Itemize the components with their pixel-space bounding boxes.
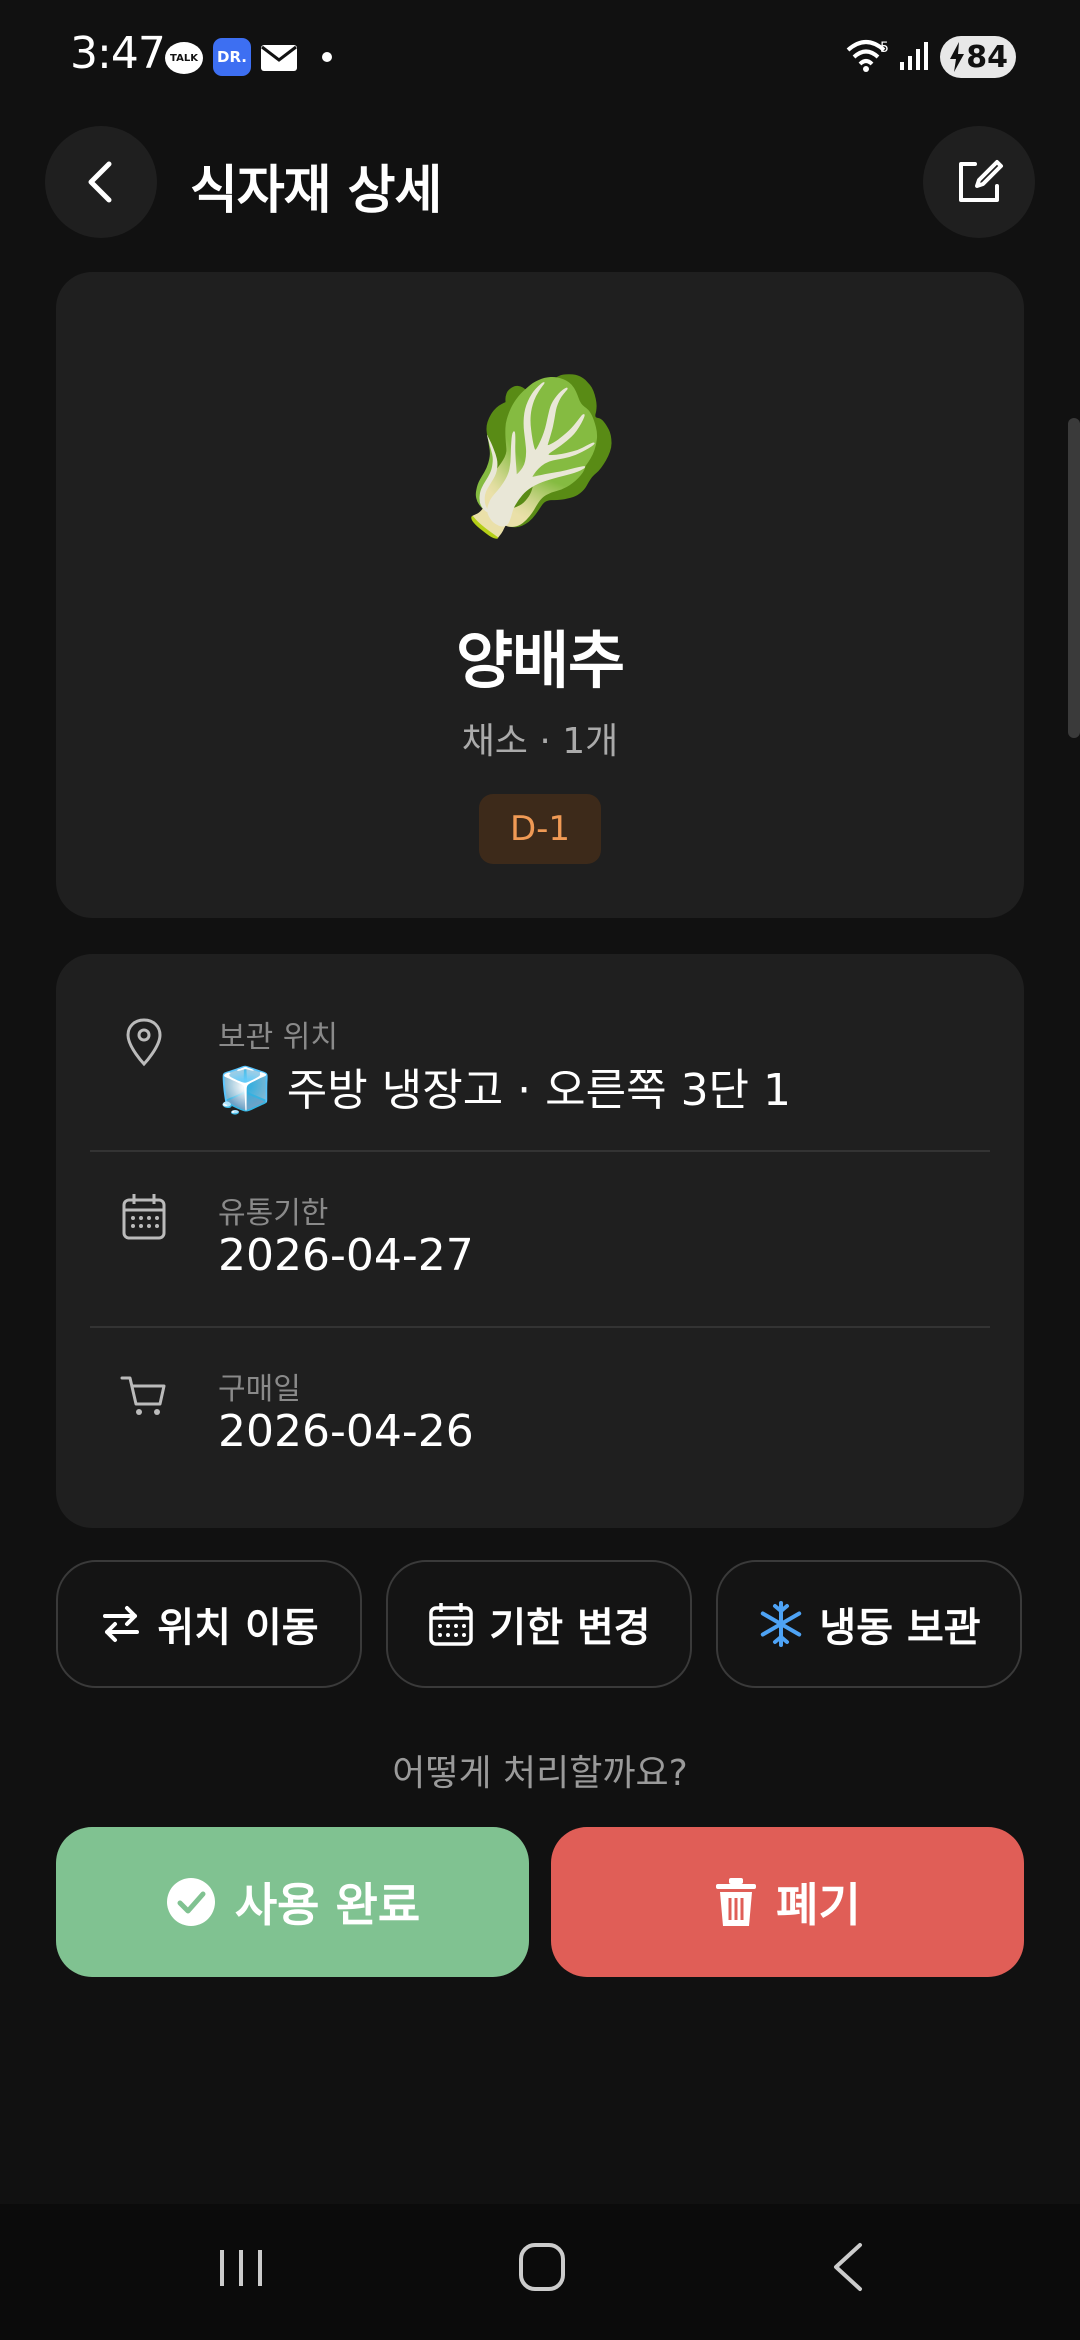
nav-back-icon[interactable] — [830, 2242, 864, 2292]
ingredient-emoji: 🥬 — [446, 370, 634, 544]
location-row: 보관 위치 🧊 주방 냉장고 · 오른쪽 3단 1 — [56, 954, 1024, 1130]
purchase-value: 2026-04-26 — [218, 1406, 474, 1457]
move-location-button[interactable]: 위치 이동 — [56, 1560, 362, 1688]
discard-label: 폐기 — [776, 1878, 861, 1932]
back-arrow-icon — [88, 161, 112, 203]
dr-app-icon: DR. — [213, 38, 251, 76]
status-time: 3:47 — [70, 28, 166, 79]
snowflake-icon — [761, 1601, 802, 1647]
expiry-label: 유통기한 — [218, 1196, 329, 1231]
change-expiry-button[interactable]: 기한 변경 — [386, 1560, 692, 1688]
expiry-value: 2026-04-27 — [218, 1230, 474, 1281]
disposal-question: 어떻게 처리할까요? — [392, 1753, 688, 1794]
trash-icon — [716, 1878, 757, 1926]
scrollbar[interactable] — [1068, 418, 1080, 738]
signal-icon — [900, 42, 928, 70]
purchase-label: 구매일 — [218, 1372, 301, 1407]
kakaotalk-icon: TALK — [165, 42, 203, 74]
svg-text:5: 5 — [880, 40, 889, 56]
move-location-label: 위치 이동 — [157, 1605, 319, 1651]
ingredient-name: 양배추 — [455, 624, 625, 697]
notification-dot-icon — [322, 52, 332, 62]
purchase-row: 구매일 2026-04-26 — [56, 1306, 1024, 1482]
cart-icon — [120, 1376, 166, 1415]
freeze-storage-button[interactable]: 냉동 보관 — [716, 1560, 1022, 1688]
calendar-icon — [122, 1194, 166, 1240]
discard-button[interactable]: 폐기 — [551, 1827, 1024, 1977]
location-text: 주방 냉장고 · 오른쪽 3단 1 — [286, 1065, 792, 1116]
battery-indicator: 84 — [940, 36, 1016, 78]
charging-bolt-icon — [950, 42, 964, 72]
location-pin-icon — [126, 1018, 162, 1067]
mark-used-button[interactable]: 사용 완료 — [56, 1827, 529, 1977]
ingredient-summary-card: 🥬 양배추 채소 · 1개 D-1 — [56, 272, 1024, 918]
change-expiry-label: 기한 변경 — [489, 1605, 651, 1651]
page-title: 식자재 상세 — [190, 161, 442, 221]
check-circle-icon — [166, 1878, 215, 1926]
dday-badge: D-1 — [479, 794, 601, 864]
freeze-storage-label: 냉동 보관 — [819, 1605, 981, 1651]
back-button[interactable] — [45, 126, 157, 238]
recents-icon[interactable] — [216, 2246, 266, 2290]
edit-button[interactable] — [923, 126, 1035, 238]
wifi-icon: 5 — [846, 40, 889, 72]
ingredient-category-quantity: 채소 · 1개 — [461, 721, 619, 762]
ingredient-info-card: 보관 위치 🧊 주방 냉장고 · 오른쪽 3단 1 유통기한 2026-04-2… — [56, 954, 1024, 1528]
location-label: 보관 위치 — [218, 1020, 338, 1055]
location-value: 🧊 주방 냉장고 · 오른쪽 3단 1 — [218, 1054, 791, 1118]
edit-icon — [959, 160, 1003, 202]
mark-used-label: 사용 완료 — [234, 1878, 421, 1932]
swap-arrows-icon — [103, 1606, 140, 1642]
battery-level: 84 — [966, 39, 1008, 75]
home-icon[interactable] — [518, 2242, 566, 2292]
expiry-row: 유통기한 2026-04-27 — [56, 1130, 1024, 1306]
mail-icon — [261, 45, 297, 71]
calendar-icon — [429, 1603, 474, 1646]
ice-cube-icon: 🧊 — [218, 1065, 273, 1116]
